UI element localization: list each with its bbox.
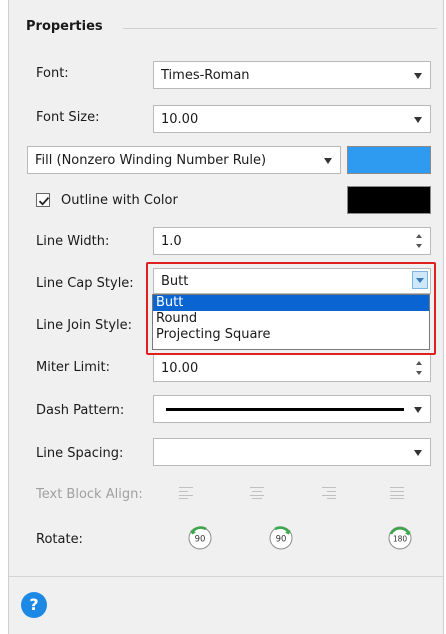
miter-limit-value: 10.00 — [161, 361, 199, 376]
line-spacing-select[interactable] — [153, 438, 431, 466]
rotate-clockwise-90-button[interactable]: 90 — [267, 524, 295, 552]
spinner-arrows-icon[interactable] — [415, 359, 423, 377]
dash-pattern-select[interactable] — [153, 395, 431, 423]
solid-line-preview — [166, 408, 404, 411]
line-join-label: Line Join Style: — [36, 318, 133, 333]
help-button[interactable]: ? — [21, 592, 47, 618]
font-size-label: Font Size: — [36, 110, 100, 125]
font-select[interactable]: Times-Roman — [153, 61, 431, 89]
dash-pattern-label: Dash Pattern: — [36, 403, 125, 418]
line-cap-label: Line Cap Style: — [36, 276, 134, 291]
svg-text:180: 180 — [393, 535, 408, 544]
font-size-combo[interactable]: 10.00 — [153, 105, 431, 133]
outline-color-swatch[interactable] — [347, 186, 431, 214]
chevron-down-icon — [414, 450, 422, 456]
svg-text:90: 90 — [276, 535, 287, 545]
miter-limit-label: Miter Limit: — [36, 360, 111, 375]
checkmark-icon — [38, 197, 50, 206]
chevron-down-icon — [414, 407, 422, 413]
align-left-icon[interactable] — [179, 487, 193, 499]
align-justify-icon[interactable] — [390, 487, 404, 499]
line-width-label: Line Width: — [36, 234, 110, 249]
rotate-counterclockwise-90-button[interactable]: 90 — [186, 524, 214, 552]
rotate-180-button[interactable]: 180 — [386, 524, 414, 552]
line-width-value: 1.0 — [161, 234, 182, 249]
font-label: Font: — [36, 66, 69, 81]
fill-rule-value: Fill (Nonzero Winding Number Rule) — [35, 153, 267, 168]
rotate-ccw-icon: 90 — [188, 526, 212, 550]
text-block-align-label: Text Block Align: — [36, 487, 143, 502]
line-width-spinner[interactable]: 1.0 — [153, 227, 431, 255]
align-right-icon[interactable] — [322, 487, 336, 499]
chevron-down-icon — [414, 117, 422, 123]
section-divider — [123, 28, 437, 29]
annotation-highlight — [146, 262, 436, 355]
chevron-down-icon — [324, 158, 332, 164]
rotate-label: Rotate: — [36, 532, 83, 547]
rotate-cw-icon: 90 — [269, 526, 293, 550]
svg-text:90: 90 — [195, 535, 206, 545]
font-size-value: 10.00 — [161, 112, 199, 127]
spinner-arrows-icon[interactable] — [415, 232, 423, 250]
line-spacing-label: Line Spacing: — [36, 446, 124, 461]
font-value: Times-Roman — [161, 68, 250, 83]
rotate-180-icon: 180 — [388, 526, 412, 550]
outline-label: Outline with Color — [61, 193, 178, 208]
fill-rule-select[interactable]: Fill (Nonzero Winding Number Rule) — [27, 146, 341, 174]
fill-color-swatch[interactable] — [347, 146, 431, 174]
outline-checkbox[interactable] — [36, 193, 50, 207]
align-center-icon[interactable] — [250, 487, 264, 499]
section-title: Properties — [26, 19, 103, 34]
footer-divider — [9, 576, 443, 577]
chevron-down-icon — [414, 73, 422, 79]
miter-limit-spinner[interactable]: 10.00 — [153, 354, 431, 382]
